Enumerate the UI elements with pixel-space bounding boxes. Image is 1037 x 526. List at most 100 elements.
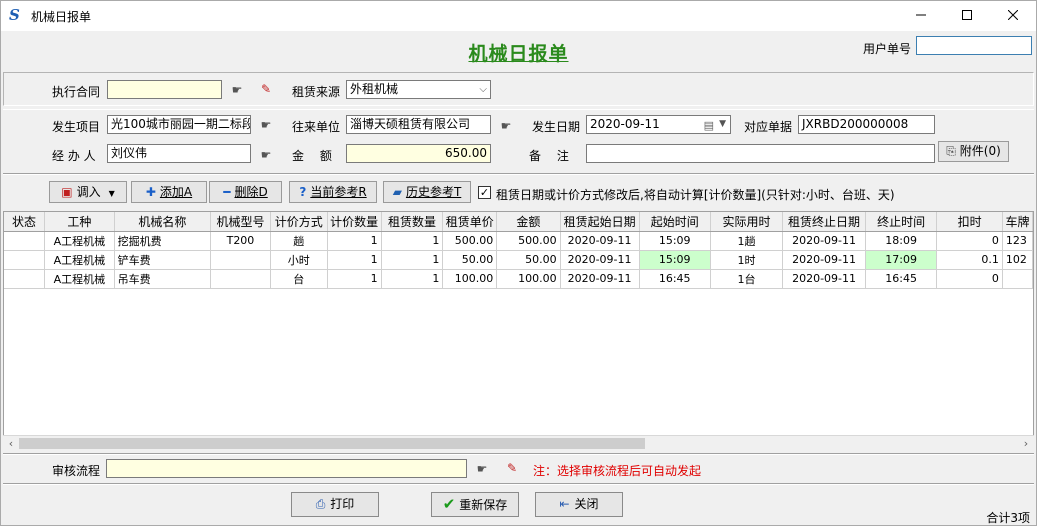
table-cell[interactable]: 1台 (710, 269, 784, 289)
pointing-hand-icon[interactable]: ☛ (473, 462, 491, 476)
table-cell[interactable]: 铲车费 (114, 250, 212, 270)
column-header[interactable]: 机械型号 (210, 212, 271, 232)
delete-button[interactable]: ━ 删除D (209, 181, 282, 203)
table-cell[interactable] (4, 231, 46, 251)
table-cell[interactable]: 0.1 (936, 250, 1003, 270)
table-cell[interactable]: 16:45 (639, 269, 711, 289)
table-cell[interactable]: A工程机械 (44, 231, 115, 251)
clear-pen-icon[interactable]: ✎ (257, 82, 275, 96)
table-cell[interactable]: 102 (1002, 250, 1033, 270)
table-cell[interactable]: 100.00 (496, 269, 561, 289)
project-input[interactable]: 光100城市丽园一期二标段 (107, 115, 251, 134)
table-cell[interactable]: T200 (210, 231, 271, 251)
table-cell[interactable]: 1 (381, 250, 444, 270)
column-header[interactable]: 租赁终止日期 (782, 212, 866, 232)
column-header[interactable]: 终止时间 (865, 212, 938, 232)
table-cell[interactable]: 1趟 (710, 231, 784, 251)
pointing-hand-icon[interactable]: ☛ (497, 119, 515, 133)
scroll-right-icon[interactable]: › (1018, 436, 1034, 452)
column-header[interactable]: 计价方式 (270, 212, 328, 232)
table-cell[interactable]: 500.00 (496, 231, 561, 251)
chevron-down-icon[interactable]: ▼ (719, 116, 726, 133)
table-cell[interactable]: 2020-09-11 (782, 269, 866, 289)
table-row[interactable]: A工程机械 铲车费 小时 1 1 50.00 50.00 2020-09-11 15:09 1时 2… (4, 250, 1033, 270)
table-cell[interactable]: 挖掘机费 (114, 231, 212, 251)
column-header[interactable]: 状态 (4, 212, 46, 232)
table-cell[interactable]: 50.00 (442, 250, 498, 270)
table-cell[interactable]: 1 (327, 231, 382, 251)
table-cell[interactable]: 1 (327, 269, 382, 289)
table-cell[interactable]: 台 (270, 269, 328, 289)
table-cell[interactable] (4, 269, 46, 289)
current-reference-button[interactable]: ? 当前参考R (289, 181, 377, 203)
pointing-hand-icon[interactable]: ☛ (228, 83, 246, 97)
history-reference-button[interactable]: ▰ 历史参考T (383, 181, 471, 203)
scrollbar-thumb[interactable] (19, 438, 645, 449)
table-cell[interactable]: 2020-09-11 (782, 250, 866, 270)
table-cell[interactable] (4, 250, 46, 270)
table-row[interactable]: A工程机械 挖掘机费 T200 趟 1 1 500.00 500.00 2020-09-11 15… (4, 231, 1033, 251)
table-cell[interactable]: 15:09 (639, 250, 711, 270)
import-button[interactable]: ▣ 调入 ▼ (49, 181, 127, 203)
unit-input[interactable]: 淄博天硕租赁有限公司 (346, 115, 491, 134)
add-button[interactable]: ✚ 添加A (131, 181, 207, 203)
column-header[interactable]: 租赁单价 (442, 212, 498, 232)
scroll-left-icon[interactable]: ‹ (3, 436, 19, 452)
table-cell[interactable]: 18:09 (865, 231, 938, 251)
close-window-button[interactable] (990, 1, 1036, 31)
column-header[interactable]: 实际用时 (710, 212, 784, 232)
column-header[interactable]: 计价数量 (327, 212, 382, 232)
resave-button[interactable]: ✔ 重新保存 (431, 492, 519, 517)
table-cell[interactable] (210, 269, 271, 289)
print-button[interactable]: ⎙ 打印 (291, 492, 379, 517)
table-cell[interactable] (210, 250, 271, 270)
table-cell[interactable] (1002, 269, 1033, 289)
column-header[interactable]: 租赁起始日期 (560, 212, 640, 232)
table-cell[interactable]: 16:45 (865, 269, 938, 289)
table-cell[interactable]: 小时 (270, 250, 328, 270)
table-cell[interactable]: A工程机械 (44, 269, 115, 289)
column-header[interactable]: 工种 (44, 212, 115, 232)
table-cell[interactable]: 吊车费 (114, 269, 212, 289)
table-cell[interactable]: A工程机械 (44, 250, 115, 270)
table-cell[interactable]: 1 (327, 250, 382, 270)
column-header[interactable]: 扣时 (936, 212, 1003, 232)
table-row[interactable]: A工程机械 吊车费台 1 1 100.00 100.00 2020-09-11 16:45 1台… (4, 269, 1033, 289)
source-select[interactable]: 外租机械 ⌵ (346, 80, 491, 99)
column-header[interactable]: 起始时间 (639, 212, 711, 232)
table-cell[interactable]: 2020-09-11 (560, 250, 640, 270)
table-cell[interactable]: 1 (381, 269, 444, 289)
table-cell[interactable]: 50.00 (496, 250, 561, 270)
table-cell[interactable]: 1时 (710, 250, 784, 270)
table-cell[interactable]: 123 (1002, 231, 1033, 251)
table-cell[interactable]: 0 (936, 269, 1003, 289)
column-header[interactable]: 金额 (496, 212, 561, 232)
remark-input[interactable] (586, 144, 935, 163)
table-cell[interactable]: 15:09 (639, 231, 711, 251)
contract-input[interactable] (107, 80, 222, 99)
table-cell[interactable]: 2020-09-11 (782, 231, 866, 251)
review-input[interactable] (106, 459, 467, 478)
pointing-hand-icon[interactable]: ☛ (257, 148, 275, 162)
column-header[interactable]: 车牌 (1002, 212, 1033, 232)
calendar-icon[interactable]: ▤ (704, 117, 714, 133)
maximize-button[interactable] (944, 1, 990, 31)
clear-pen-icon[interactable]: ✎ (503, 461, 521, 475)
pointing-hand-icon[interactable]: ☛ (257, 118, 275, 132)
table-cell[interactable]: 2020-09-11 (560, 231, 640, 251)
horizontal-scrollbar[interactable]: ‹ › (3, 435, 1034, 451)
handler-input[interactable]: 刘仪伟 (107, 144, 251, 163)
table-cell[interactable]: 100.00 (442, 269, 498, 289)
table-cell[interactable]: 17:09 (865, 250, 938, 270)
column-header[interactable]: 租赁数量 (381, 212, 444, 232)
table-cell[interactable]: 500.00 (442, 231, 498, 251)
auto-calc-checkbox[interactable]: ✓ (478, 186, 491, 199)
amount-input[interactable]: 650.00 (346, 144, 491, 163)
column-header[interactable]: 机械名称 (114, 212, 212, 232)
minimize-button[interactable] (898, 1, 944, 31)
table-cell[interactable]: 1 (381, 231, 444, 251)
user-no-input[interactable] (916, 36, 1032, 55)
date-picker[interactable]: 2020-09-11 ▤ ▼ (586, 115, 731, 134)
table-cell[interactable]: 趟 (270, 231, 328, 251)
doc-input[interactable]: JXRBD200000008 (798, 115, 935, 134)
